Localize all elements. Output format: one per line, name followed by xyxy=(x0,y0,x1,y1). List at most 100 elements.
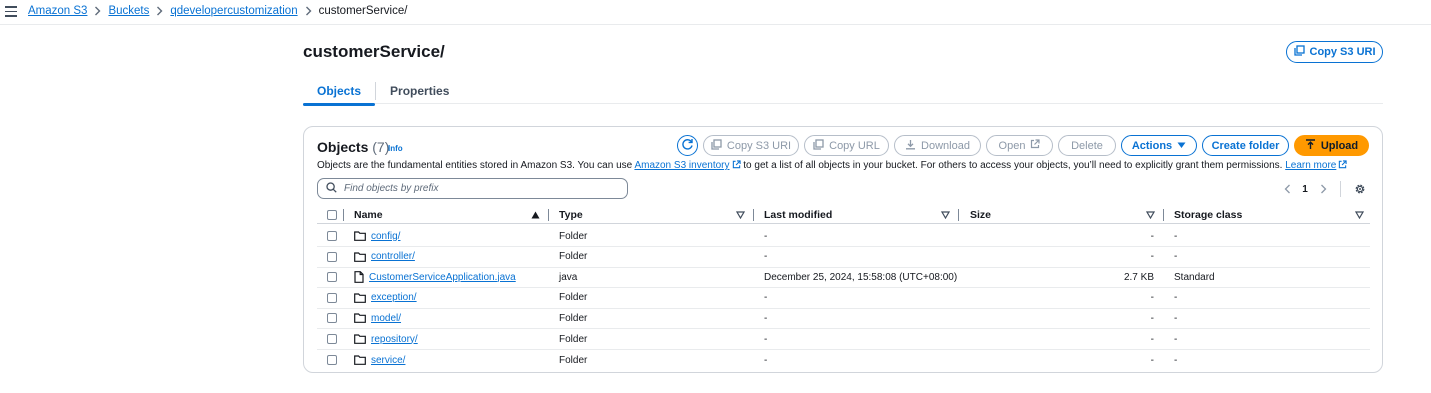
object-name-cell: exception/ xyxy=(354,288,417,308)
breadcrumb-amazon-s3[interactable]: Amazon S3 xyxy=(28,5,87,17)
chevron-right-icon xyxy=(94,6,101,16)
row-checkbox[interactable] xyxy=(327,355,337,366)
object-name-cell: repository/ xyxy=(354,329,418,349)
object-type: Folder xyxy=(559,312,588,324)
page-number[interactable]: 1 xyxy=(1296,184,1314,195)
sort-icon[interactable] xyxy=(1145,210,1156,222)
delete-button[interactable]: Delete xyxy=(1058,135,1116,156)
actions-label: Actions xyxy=(1131,139,1173,152)
table-row[interactable]: service/Folder - - - xyxy=(317,350,1370,371)
refresh-button[interactable] xyxy=(677,135,698,156)
settings-icon[interactable] xyxy=(1351,182,1369,196)
row-checkbox[interactable] xyxy=(327,292,337,303)
object-size: - xyxy=(1150,292,1154,304)
tab-objects[interactable]: Objects xyxy=(303,78,376,106)
breadcrumb-buckets[interactable]: Buckets xyxy=(108,5,149,17)
column-divider xyxy=(548,209,549,221)
row-checkbox[interactable] xyxy=(327,334,337,344)
learn-more-link-label: Learn more xyxy=(1285,160,1337,171)
object-last-modified: - xyxy=(764,292,768,304)
sort-icon[interactable] xyxy=(735,210,746,222)
object-size: - xyxy=(1150,354,1154,366)
table-row[interactable]: model/Folder - - - xyxy=(317,308,1370,330)
row-checkbox[interactable] xyxy=(327,231,337,241)
object-storage-class: - xyxy=(1174,230,1178,242)
folder-icon xyxy=(354,355,366,365)
copy-s3-uri-button[interactable]: Copy S3 URI xyxy=(703,135,799,156)
folder-icon xyxy=(354,293,366,303)
object-size: - xyxy=(1150,312,1154,324)
column-header-storage-class[interactable]: Storage class xyxy=(1174,206,1242,224)
tab-properties[interactable]: Properties xyxy=(376,78,463,104)
upload-button[interactable]: Upload xyxy=(1294,135,1369,156)
external-link-icon xyxy=(1338,160,1347,172)
object-last-modified: - xyxy=(764,354,768,366)
download-icon xyxy=(905,139,916,153)
object-name-link[interactable]: model/ xyxy=(371,313,401,324)
objects-title-text: Objects xyxy=(317,139,369,155)
download-button[interactable]: Download xyxy=(894,135,981,156)
delete-label: Delete xyxy=(1071,139,1103,152)
column-header-last-modified[interactable]: Last modified xyxy=(764,206,832,224)
sort-icon[interactable] xyxy=(1354,210,1365,222)
search-input[interactable] xyxy=(344,183,614,194)
sort-icon[interactable] xyxy=(940,210,951,222)
copy-icon xyxy=(711,138,722,153)
folder-icon xyxy=(354,251,366,262)
search-field[interactable] xyxy=(317,178,628,199)
breadcrumb-current: customerService/ xyxy=(318,5,408,17)
column-divider xyxy=(753,209,754,221)
chevron-right-icon[interactable] xyxy=(1314,182,1332,196)
object-size: - xyxy=(1150,333,1154,345)
table-row[interactable]: exception/Folder - - - xyxy=(317,288,1370,309)
copy-s3-uri-label: Copy S3 URI xyxy=(726,139,792,152)
upload-label: Upload xyxy=(1320,139,1359,152)
page-title: customerService/ xyxy=(303,42,445,61)
object-name-link[interactable]: CustomerServiceApplication.java xyxy=(369,272,516,283)
object-name-link[interactable]: config/ xyxy=(371,231,400,242)
chevron-left-icon[interactable] xyxy=(1278,182,1296,196)
object-name-link[interactable]: controller/ xyxy=(371,251,415,262)
select-all-checkbox[interactable] xyxy=(327,210,337,220)
info-link[interactable]: Info xyxy=(388,144,403,153)
object-last-modified: - xyxy=(764,333,768,345)
create-folder-button[interactable]: Create folder xyxy=(1202,135,1289,156)
row-checkbox[interactable] xyxy=(327,313,337,324)
object-name-link[interactable]: service/ xyxy=(371,355,405,366)
table-row[interactable]: CustomerServiceApplication.java java Decem… xyxy=(317,267,1370,289)
open-button[interactable]: Open xyxy=(986,135,1053,156)
column-header-size[interactable]: Size xyxy=(970,206,991,224)
copy-url-button[interactable]: Copy URL xyxy=(804,135,889,156)
menu-icon[interactable] xyxy=(5,6,17,17)
table-row[interactable]: config/Folder - - - xyxy=(317,226,1370,247)
objects-panel-title: Objects (7) xyxy=(317,139,389,155)
sort-ascending-icon[interactable] xyxy=(531,210,540,222)
breadcrumb-bucket[interactable]: qdevelopercustomization xyxy=(170,5,297,17)
row-checkbox[interactable] xyxy=(327,251,337,262)
objects-count: (7) xyxy=(372,139,390,155)
object-name-link[interactable]: exception/ xyxy=(371,292,417,303)
table-row[interactable]: controller/Folder - - - xyxy=(317,247,1370,268)
external-link-icon xyxy=(1030,139,1041,152)
object-storage-class: - xyxy=(1174,333,1178,345)
copy-s3-uri-button-header[interactable]: Copy S3 URI xyxy=(1286,41,1383,63)
row-checkbox-cell xyxy=(327,308,337,328)
row-checkbox[interactable] xyxy=(327,272,337,283)
s3-inventory-link[interactable]: Amazon S3 inventory xyxy=(634,160,741,171)
folder-icon xyxy=(354,231,366,241)
actions-dropdown[interactable]: Actions xyxy=(1121,135,1197,156)
description-text-1: Objects are the fundamental entities sto… xyxy=(317,160,633,171)
column-header-type[interactable]: Type xyxy=(559,206,583,224)
object-storage-class: - xyxy=(1174,312,1178,324)
object-name-cell: controller/ xyxy=(354,247,415,267)
column-divider xyxy=(958,209,959,221)
file-icon xyxy=(354,271,364,284)
column-header-name[interactable]: Name xyxy=(354,206,383,224)
object-type: java xyxy=(559,271,578,283)
object-type: Folder xyxy=(559,354,588,366)
table-row[interactable]: repository/Folder - - - xyxy=(317,329,1370,350)
learn-more-link[interactable]: Learn more xyxy=(1285,160,1347,171)
row-checkbox-cell xyxy=(327,247,337,267)
row-checkbox-cell xyxy=(327,288,337,308)
object-name-link[interactable]: repository/ xyxy=(371,334,418,345)
